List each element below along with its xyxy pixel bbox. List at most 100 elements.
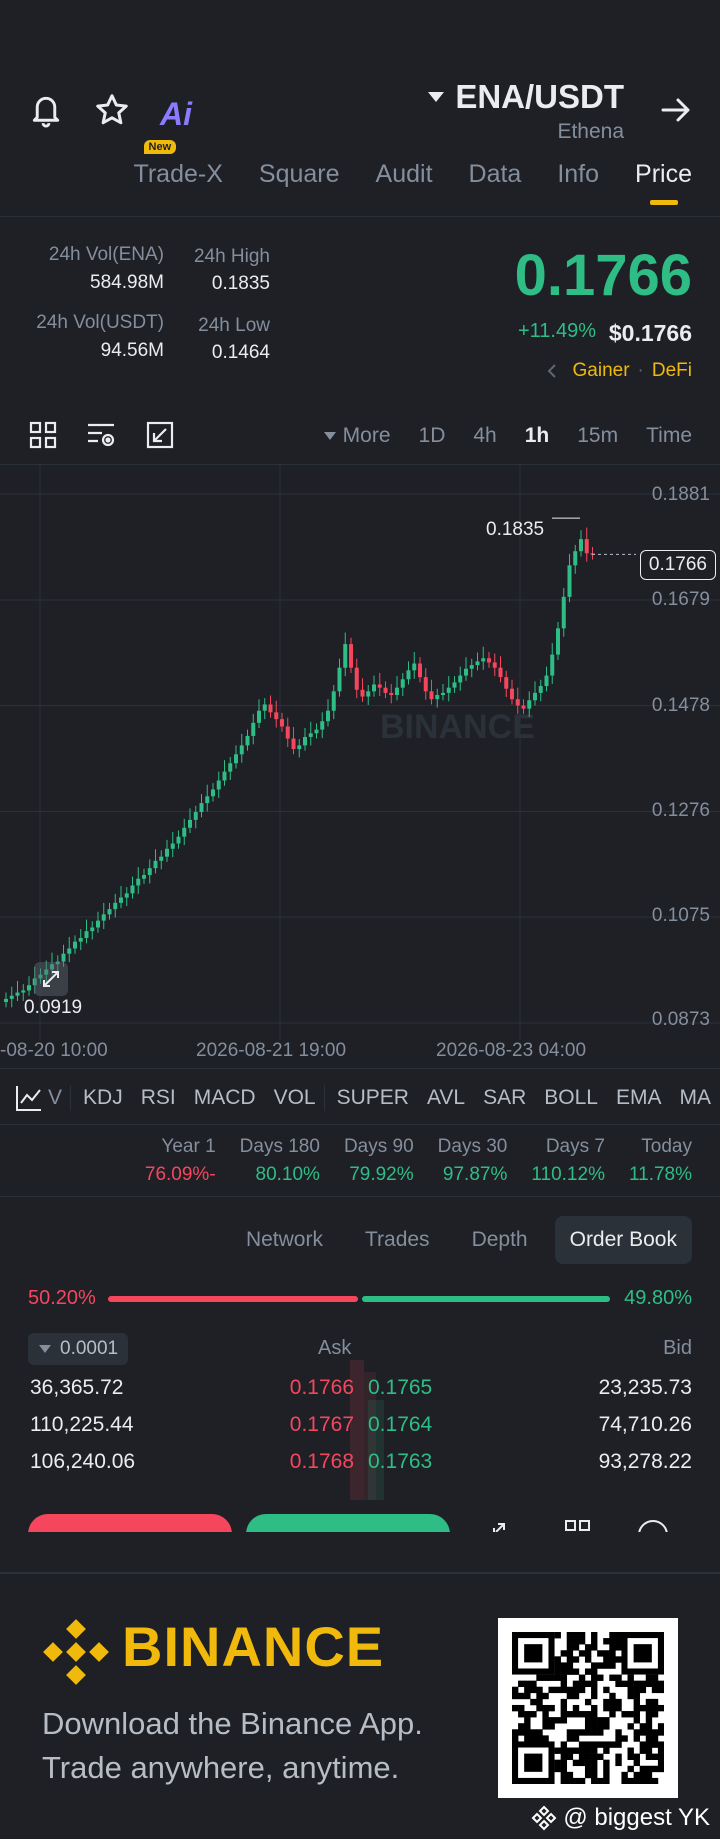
qr-module — [512, 1686, 519, 1694]
qr-module — [651, 1711, 659, 1718]
indicator-super[interactable]: SUPER — [337, 1086, 409, 1110]
tab-data[interactable]: Data — [469, 160, 522, 189]
tab-trade-x[interactable]: New Trade-X — [134, 140, 223, 189]
qr-module — [657, 1704, 665, 1712]
qr-module — [560, 1765, 568, 1773]
share-icon[interactable] — [488, 1518, 518, 1532]
tag-gainer[interactable]: Gainer — [573, 360, 630, 382]
tab-price[interactable]: Price — [635, 160, 692, 189]
orderbook-row[interactable]: 106,240.06 0.1768 0.1763 93,278.22 — [30, 1450, 692, 1486]
vol-usdt-value: 94.56M — [100, 340, 164, 361]
new-badge: New — [143, 140, 177, 154]
qr-module — [578, 1686, 586, 1694]
expand-icon[interactable] — [34, 962, 68, 996]
indicator-boll[interactable]: BOLL — [544, 1086, 598, 1110]
indicator-vol[interactable]: VOL — [274, 1086, 316, 1110]
qr-module — [572, 1644, 580, 1651]
low-marker-label: 0.0919 — [24, 997, 83, 1018]
grid-layout-icon[interactable] — [28, 420, 58, 450]
qr-module — [554, 1668, 561, 1675]
candle — [383, 687, 388, 693]
timeframe-4h[interactable]: 4h — [473, 424, 496, 448]
fullscreen-icon[interactable] — [145, 420, 175, 450]
qr-module — [597, 1662, 604, 1669]
orderbook-row[interactable]: 110,225.44 0.1767 0.1764 74,710.26 — [30, 1413, 692, 1449]
candle — [96, 920, 100, 928]
qr-module — [597, 1717, 604, 1724]
y-tick: 0.1075 — [651, 905, 710, 926]
candle — [159, 856, 164, 861]
candle — [481, 658, 486, 662]
indicator-macd[interactable]: MACD — [194, 1086, 256, 1110]
qr-module — [633, 1777, 640, 1785]
indicator-separator — [323, 1085, 325, 1111]
candlestick-chart[interactable]: BINANCE — [0, 465, 720, 1045]
qr-module — [621, 1777, 628, 1785]
buy-ratio-bar — [362, 1296, 610, 1302]
qr-module — [566, 1711, 574, 1718]
pair-selector[interactable]: ENA/USDT — [427, 78, 624, 116]
tab-network[interactable]: Network — [231, 1216, 338, 1264]
indicator-avl[interactable]: AVL — [427, 1086, 465, 1110]
indicator-v[interactable]: V — [48, 1086, 62, 1110]
action-bar-mask — [0, 1532, 720, 1572]
bell-icon[interactable] — [26, 90, 66, 130]
timeframe-1h[interactable]: 1h — [525, 424, 550, 448]
candle — [21, 990, 26, 993]
arrow-right-icon[interactable] — [656, 90, 696, 130]
timeframe-1d[interactable]: 1D — [419, 424, 446, 448]
qr-module — [609, 1644, 616, 1651]
indicator-kdj[interactable]: KDJ — [83, 1086, 123, 1110]
indicator-sar[interactable]: SAR — [483, 1086, 526, 1110]
caret-down-icon — [428, 92, 445, 102]
tab-depth[interactable]: Depth — [457, 1216, 543, 1264]
indicator-ma[interactable]: MA — [680, 1086, 712, 1110]
qr-module — [657, 1729, 665, 1736]
qr-module — [524, 1717, 531, 1724]
star-icon[interactable] — [92, 90, 132, 130]
qr-module — [633, 1692, 640, 1700]
qr-module — [578, 1674, 586, 1681]
pair-subtitle: Ethena — [557, 120, 624, 143]
tab-audit[interactable]: Audit — [376, 160, 433, 189]
precision-select[interactable]: 0.0001 — [28, 1333, 129, 1365]
caret-down-icon — [323, 432, 336, 440]
tag-defi[interactable]: DeFi — [652, 360, 692, 382]
grid-add-icon[interactable] — [563, 1518, 593, 1532]
qr-module — [560, 1711, 568, 1718]
tab-trades[interactable]: Trades — [350, 1216, 445, 1264]
candle — [395, 687, 399, 695]
qr-code[interactable] — [498, 1618, 678, 1798]
qr-module — [603, 1765, 610, 1773]
more-dropdown[interactable]: More — [323, 424, 391, 448]
tab-info[interactable]: Info — [557, 160, 599, 189]
timeframe-time[interactable]: Time — [646, 424, 692, 448]
qr-module — [548, 1686, 555, 1694]
timeframe-15m[interactable]: 15m — [577, 424, 618, 448]
qr-module — [560, 1674, 568, 1681]
binance-small-icon — [531, 1805, 557, 1831]
ai-assistant-button[interactable]: Ai — [160, 96, 192, 133]
qr-module — [591, 1680, 598, 1688]
download-banner: BINANCE Download the Binance App. Trade … — [0, 1572, 720, 1839]
qr-module — [560, 1650, 568, 1657]
indicator-ema[interactable]: EMA — [616, 1086, 662, 1110]
tab-square[interactable]: Square — [259, 160, 340, 189]
indicator-rsi[interactable]: RSI — [141, 1086, 176, 1110]
candle — [199, 803, 204, 813]
qr-module — [524, 1723, 531, 1730]
qr-module — [603, 1638, 610, 1645]
orderbook-row[interactable]: 36,365.72 0.1766 0.1765 23,235.73 — [30, 1376, 692, 1412]
more-circle-icon[interactable] — [636, 1518, 670, 1532]
qr-module — [633, 1729, 640, 1736]
indicator-chart-icon[interactable] — [14, 1083, 44, 1113]
chart-settings-icon[interactable] — [86, 420, 116, 450]
tab-order-book[interactable]: Order Book — [554, 1216, 692, 1264]
qr-module — [633, 1698, 640, 1706]
buy-ratio: 49.80% — [624, 1287, 692, 1309]
candle — [458, 675, 463, 683]
performance-row: Year 1 76.09%- Days 180 80.10% Days 90 79.9… — [145, 1136, 692, 1186]
qr-module — [560, 1717, 568, 1724]
qr-module — [566, 1638, 574, 1645]
chevron-left-icon[interactable] — [547, 363, 557, 379]
